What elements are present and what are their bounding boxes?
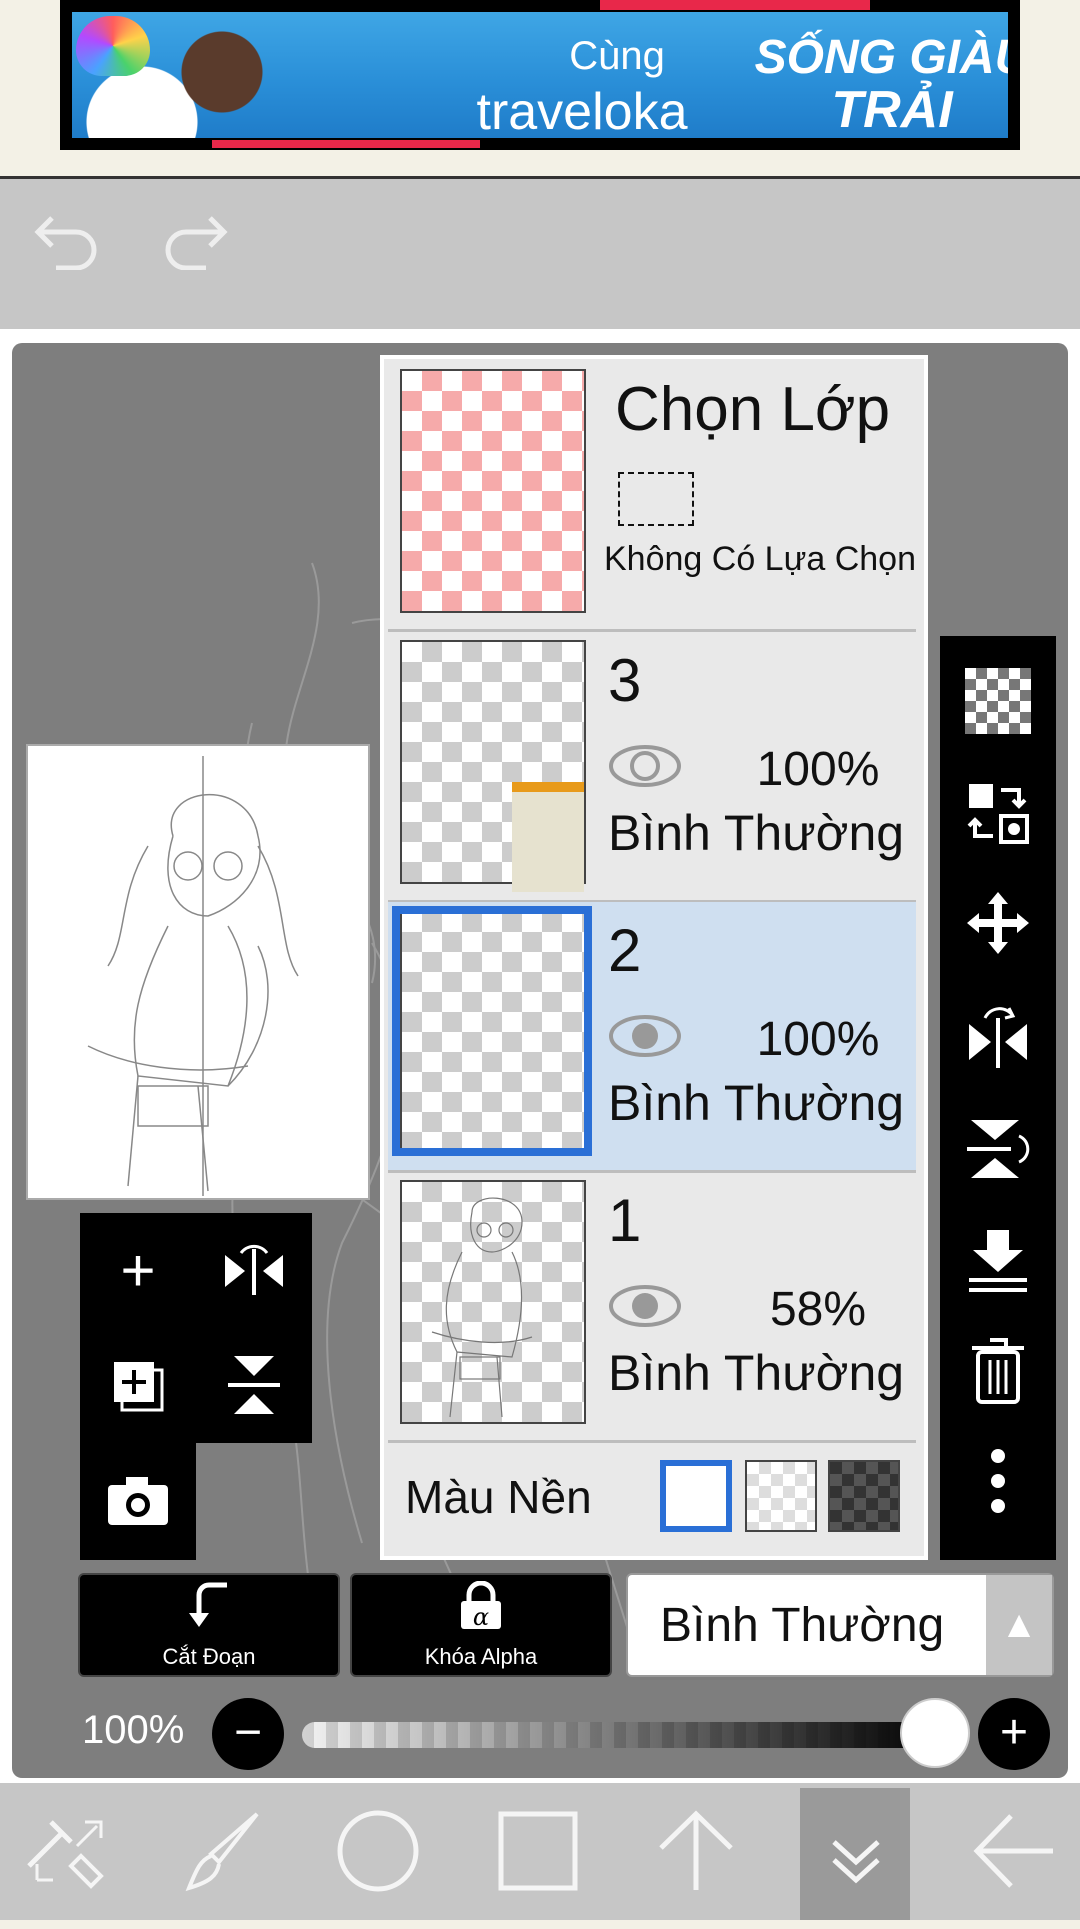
ad-line1: Cùng [569,34,665,78]
rectangle-icon[interactable] [484,1792,592,1912]
transparency-icon[interactable] [940,646,1056,756]
layer-row-selected[interactable]: 2 100% Bình Thường [388,902,916,1173]
eye-icon[interactable] [608,1014,682,1058]
layer-blend-mode: Bình Thường [608,1075,905,1131]
layer-thumbnail-image [512,782,584,892]
layer-name: 3 [608,647,642,714]
ad-image[interactable]: Cùng traveloka SỐNG GIÀU TRẢI NGHIỆM [72,12,1008,138]
layer-blend-mode: Bình Thường [608,1345,905,1401]
clipping-icon [80,1581,338,1644]
layer-name: 2 [608,917,642,984]
opacity-slider-handle[interactable] [900,1698,970,1768]
selection-title: Chọn Lớp [615,375,891,444]
opacity-increase-button[interactable]: + [978,1698,1050,1770]
clipping-button[interactable]: Cắt Đoạn [78,1573,340,1677]
layer-row[interactable]: 3 100% Bình Thường [388,632,916,903]
ad-accent-bar [600,0,870,10]
canvas-preview[interactable] [26,744,370,1200]
layer-opacity: 100% [756,743,880,796]
background-transparent-swatch[interactable] [745,1460,817,1532]
back-arrow-icon[interactable] [960,1792,1068,1912]
more-options-icon[interactable] [940,1426,1056,1536]
redo-icon[interactable] [160,210,230,282]
chevron-double-down-icon[interactable] [802,1792,910,1912]
svg-text:α: α [473,1603,489,1631]
ad-balloon-image [76,16,150,76]
layer-thumbnail-sketch [431,1197,533,1418]
background-white-swatch[interactable] [660,1460,732,1532]
layer-blend-mode: Bình Thường [608,805,905,861]
arrow-up-icon[interactable] [642,1792,750,1912]
eye-icon[interactable] [608,744,682,788]
alpha-lock-button[interactable]: α Khóa Alpha [350,1573,612,1677]
opacity-decrease-button[interactable]: − [212,1698,284,1770]
eye-icon[interactable] [608,1284,682,1328]
flip-horizontal-icon[interactable] [196,1213,312,1328]
ad-brand: traveloka [476,83,688,138]
alpha-lock-label: Khóa Alpha [424,1644,538,1669]
flip-vertical-icon[interactable] [940,1094,1056,1204]
background-dark-swatch[interactable] [828,1460,900,1532]
layer-opacity: 58% [769,1283,867,1336]
duplicate-layer-icon[interactable] [80,1328,196,1443]
ad-slogan-line2: TRẢI NGHIỆM [831,81,953,138]
flip-vertical-icon[interactable] [196,1328,312,1443]
layer-opacity: 100% [756,1013,880,1066]
layer-thumbnail [400,1180,586,1424]
opacity-value: 100% [82,1708,185,1752]
blend-mode-value: Bình Thường [660,1599,945,1652]
ad-accent-bar [212,140,480,148]
merge-down-icon[interactable] [940,1206,1056,1316]
layer-name: 1 [608,1187,642,1254]
trash-icon[interactable] [940,1316,1056,1426]
brush-icon[interactable] [170,1792,278,1912]
opacity-slider[interactable] [302,1722,938,1748]
lock-icon: α [352,1580,610,1644]
preview-sketch [87,756,299,1196]
move-icon[interactable] [940,868,1056,978]
ellipse-icon[interactable] [324,1792,432,1912]
transform-tools-icon[interactable] [12,1792,120,1912]
chevron-up-icon[interactable]: ▲ [986,1575,1052,1675]
layer-thumbnail [400,640,586,892]
divider [0,329,1080,343]
right-tools-panel [940,636,1056,1560]
selection-thumbnail [400,369,586,613]
layer-row[interactable]: 1 58% Bình Thường [388,1172,916,1443]
clipping-label: Cắt Đoạn [162,1644,256,1669]
flip-horizontal-icon[interactable] [940,982,1056,1092]
camera-icon[interactable] [80,1443,196,1558]
selected-layer-outline [392,906,592,1156]
selection-marquee-icon [618,472,694,526]
swap-layer-icon[interactable] [940,758,1056,868]
add-layer-icon[interactable]: + [80,1213,196,1328]
ad-slogan-line1: SỐNG GIÀU [754,31,1008,84]
selection-status: Không Có Lựa Chọn [604,540,916,578]
undo-icon[interactable] [32,210,102,282]
background-color-label: Màu Nền [405,1471,592,1523]
